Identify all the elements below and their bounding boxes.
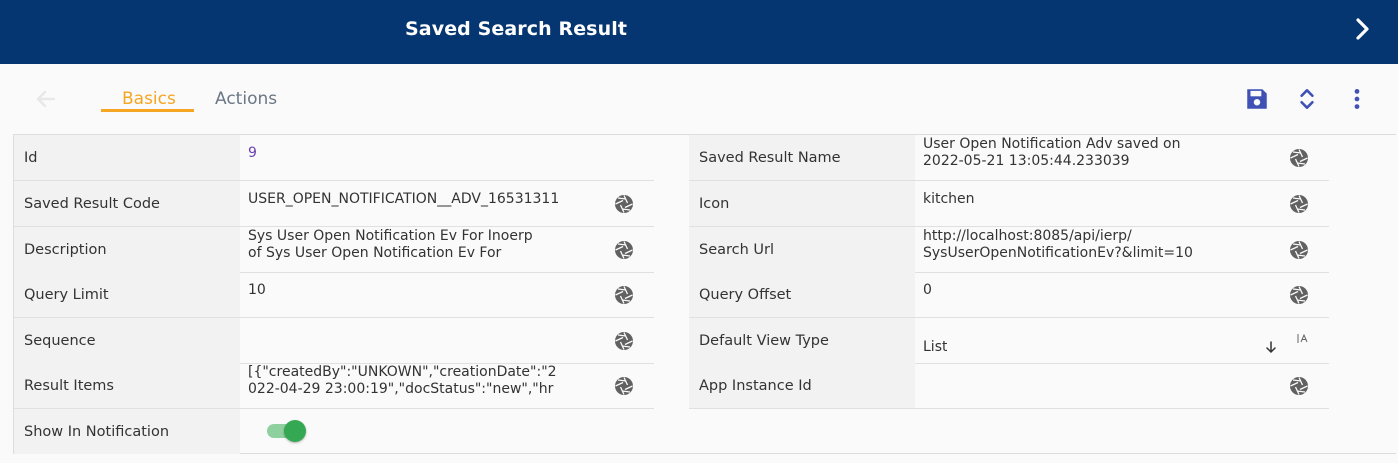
field-row-search-url: Search Url http://localhost:8085/api/ier… (689, 227, 1329, 273)
field-row-saved-result-code: Saved Result Code USER_OPEN_NOTIFICATION… (14, 181, 654, 227)
save-icon[interactable] (1244, 86, 1270, 112)
field-label: Search Url (689, 227, 915, 272)
field-row-result-items: Result Items [{"createdBy":"UNKOWN","cre… (14, 363, 654, 409)
tab-basics[interactable]: Basics (122, 89, 176, 109)
aperture-icon[interactable] (614, 240, 634, 260)
field-label: Show In Notification (14, 409, 240, 454)
search-url-line-2: SysUserOpenNotificationEv?&limit=10 (923, 245, 1193, 261)
field-row-default-view-type: Default View Type List (689, 318, 1329, 364)
field-row-description: Description Sys User Open Notification E… (14, 227, 654, 273)
saved-result-name-input[interactable]: User Open Notification Adv saved on 2022… (923, 136, 1263, 170)
aperture-icon[interactable] (1289, 148, 1309, 168)
field-label: Result Items (14, 363, 240, 408)
search-url-input[interactable]: http://localhost:8085/api/ierp/ SysUserO… (923, 228, 1263, 262)
field-label: Saved Result Code (14, 181, 240, 226)
field-row-id: Id 9 (14, 135, 654, 181)
query-offset-input[interactable]: 0 (923, 282, 932, 299)
saved-result-name-line-1: User Open Notification Adv saved on (923, 136, 1181, 152)
result-items-line-1: [{"createdBy":"UNKOWN","creationDate":"2 (248, 364, 557, 380)
aperture-icon[interactable] (614, 331, 634, 351)
description-line-2: of Sys User Open Notification Ev For (248, 245, 502, 261)
aperture-icon[interactable] (614, 376, 634, 396)
field-label: App Instance Id (689, 363, 915, 408)
field-label: Query Offset (689, 272, 915, 317)
tab-actions[interactable]: Actions (215, 89, 277, 109)
description-input[interactable]: Sys User Open Notification Ev For Inoerp… (248, 228, 588, 262)
aperture-icon[interactable] (1289, 194, 1309, 214)
result-items-input[interactable]: [{"createdBy":"UNKOWN","creationDate":"2… (248, 364, 588, 398)
description-line-1: Sys User Open Notification Ev For Inoerp (248, 228, 533, 244)
expand-collapse-icon[interactable] (1294, 86, 1320, 112)
header-bar: Saved Search Result (0, 0, 1398, 64)
field-row-sequence: Sequence (14, 318, 654, 364)
aperture-icon[interactable] (614, 194, 634, 214)
field-label: Saved Result Name (689, 135, 915, 180)
saved-result-code-input[interactable]: USER_OPEN_NOTIFICATION__ADV_16531311 (248, 191, 588, 208)
aperture-icon[interactable] (1289, 376, 1309, 396)
field-row-query-limit: Query Limit 10 (14, 272, 654, 318)
result-items-line-2: 022-04-29 23:00:19","docStatus":"new","h… (248, 381, 554, 397)
search-url-line-1: http://localhost:8085/api/ierp/ (923, 228, 1132, 244)
back-arrow-icon[interactable] (34, 87, 58, 111)
field-row-saved-result-name: Saved Result Name User Open Notification… (689, 135, 1329, 181)
toggle-knob[interactable] (284, 420, 306, 442)
field-label: Icon (689, 181, 915, 226)
aperture-icon[interactable] (1289, 240, 1309, 260)
saved-result-name-line-2: 2022-05-21 13:05:44.233039 (923, 153, 1130, 169)
field-label: Id (14, 135, 240, 180)
text-format-icon[interactable] (1296, 332, 1310, 346)
more-vertical-icon[interactable] (1344, 86, 1370, 112)
aperture-icon[interactable] (1289, 285, 1309, 305)
field-label: Default View Type (689, 318, 915, 363)
chevron-right-icon[interactable] (1352, 17, 1374, 41)
arrow-down-icon[interactable] (1264, 340, 1278, 354)
field-label: Sequence (14, 318, 240, 363)
active-tab-indicator (101, 109, 194, 112)
icon-input[interactable]: kitchen (923, 191, 975, 208)
field-row-show-in-notification: Show In Notification (14, 409, 654, 455)
page-title: Saved Search Result (405, 18, 628, 40)
field-row-icon: Icon kitchen (689, 181, 1329, 227)
default-view-type-select[interactable]: List (923, 339, 947, 356)
aperture-icon[interactable] (614, 285, 634, 305)
field-row-query-offset: Query Offset 0 (689, 272, 1329, 318)
id-value[interactable]: 9 (248, 145, 257, 162)
field-label: Query Limit (14, 272, 240, 317)
query-limit-input[interactable]: 10 (248, 282, 266, 299)
field-row-app-instance-id: App Instance Id (689, 363, 1329, 409)
field-label: Description (14, 227, 240, 272)
